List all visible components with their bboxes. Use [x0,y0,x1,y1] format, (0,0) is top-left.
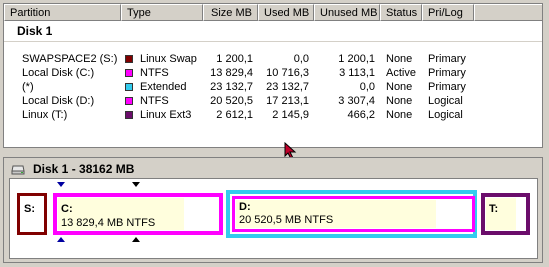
col-header-type[interactable]: Type [121,4,203,21]
partition-list[interactable]: Partition Type Size MB Used MB Unused MB… [3,3,543,148]
cell-partition: Local Disk (D:) [22,95,95,107]
cell-status: None [386,109,413,121]
table-row[interactable]: Local Disk (C:) NTFS 13 829,4 10 716,3 3 113… [4,66,542,80]
cell-partition: Linux (T:) [22,109,68,121]
cell-type: NTFS [140,67,169,79]
cell-prilog: Primary [428,67,466,79]
type-color-swatch [125,83,133,91]
cell-unused: 466,2 [347,109,375,121]
boundary-marker-bottom-icon [57,237,65,242]
cell-unused: 1 200,1 [338,53,375,65]
type-color-swatch [125,55,133,63]
extended-partition-block[interactable]: D: 20 520,5 MB NTFS [226,190,477,238]
cell-size: 13 829,4 [210,67,253,79]
partition-block-t[interactable]: T: [481,193,530,235]
list-header: Partition Type Size MB Used MB Unused MB… [4,4,542,23]
cell-used: 23 132,7 [266,81,309,93]
boundary-marker-top-icon [57,182,65,187]
table-row[interactable]: Local Disk (D:) NTFS 20 520,5 17 213,1 3 307… [4,94,542,108]
cell-size: 2 612,1 [216,109,253,121]
cell-type: Extended [140,81,187,93]
type-color-swatch [125,111,133,119]
cell-size: 1 200,1 [216,53,253,65]
split-marker-top-icon [132,182,140,187]
disk-map-title: Disk 1 - 38162 MB [33,162,135,176]
cell-status: None [386,81,413,93]
partition-block-d-label: D: [239,201,251,213]
cell-used: 2 145,9 [272,109,309,121]
cell-status: None [386,95,413,107]
cell-status: None [386,53,413,65]
split-marker-bottom-icon [132,237,140,242]
partition-block-d[interactable]: D: 20 520,5 MB NTFS [232,196,475,232]
cell-type: NTFS [140,95,169,107]
partition-block-c[interactable]: C: 13 829,4 MB NTFS [53,193,223,235]
col-header-status[interactable]: Status [380,4,422,21]
partition-block-c-label: C: [61,203,73,215]
table-row[interactable]: SWAPSPACE2 (S:) Linux Swap 1 200,1 0,0 1 200… [4,52,542,66]
table-row[interactable]: (*) Extended 23 132,7 23 132,7 0,0 None Primar… [4,80,542,94]
table-row[interactable]: Linux (T:) Linux Ext3 2 612,1 2 145,9 466,2 N… [4,108,542,122]
partition-block-d-detail: 20 520,5 MB NTFS [239,214,334,226]
cell-used: 0,0 [293,53,309,65]
col-header-partition[interactable]: Partition [4,4,121,21]
cell-prilog: Primary [428,81,466,93]
cell-partition: SWAPSPACE2 (S:) [22,53,118,65]
group-divider [4,41,542,42]
partition-block-c-detail: 13 829,4 MB NTFS [61,217,156,229]
disk-map[interactable]: S: C: 13 829,4 MB NTFS D: 20 520,5 MB NT… [9,178,538,259]
partition-block-s-label: S: [24,203,35,215]
cell-unused: 3 113,1 [339,67,375,79]
cell-prilog: Primary [428,53,466,65]
disk-drive-icon [11,165,25,175]
col-header-unused[interactable]: Unused MB [314,4,380,21]
col-header-prilog[interactable]: Pri/Log [422,4,474,21]
cell-prilog: Logical [428,95,463,107]
cell-type: Linux Swap [140,53,197,65]
cell-prilog: Logical [428,109,463,121]
partition-block-t-label: T: [489,203,499,215]
cell-partition: (*) [22,81,34,93]
col-header-filler [474,4,542,21]
cell-size: 23 132,7 [210,81,253,93]
disk-group-label: Disk 1 [17,24,53,38]
cell-used: 17 213,1 [266,95,309,107]
cell-type: Linux Ext3 [140,109,192,121]
cell-used: 10 716,3 [266,67,309,79]
partition-block-s[interactable]: S: [17,193,47,235]
cell-partition: Local Disk (C:) [22,67,95,79]
type-color-swatch [125,69,133,77]
cell-unused: 3 307,4 [338,95,375,107]
cell-unused: 0,0 [359,81,375,93]
type-color-swatch [125,97,133,105]
col-header-used[interactable]: Used MB [258,4,314,21]
col-header-size[interactable]: Size MB [203,4,258,21]
cell-size: 20 520,5 [210,95,253,107]
cell-status: Active [386,67,416,79]
